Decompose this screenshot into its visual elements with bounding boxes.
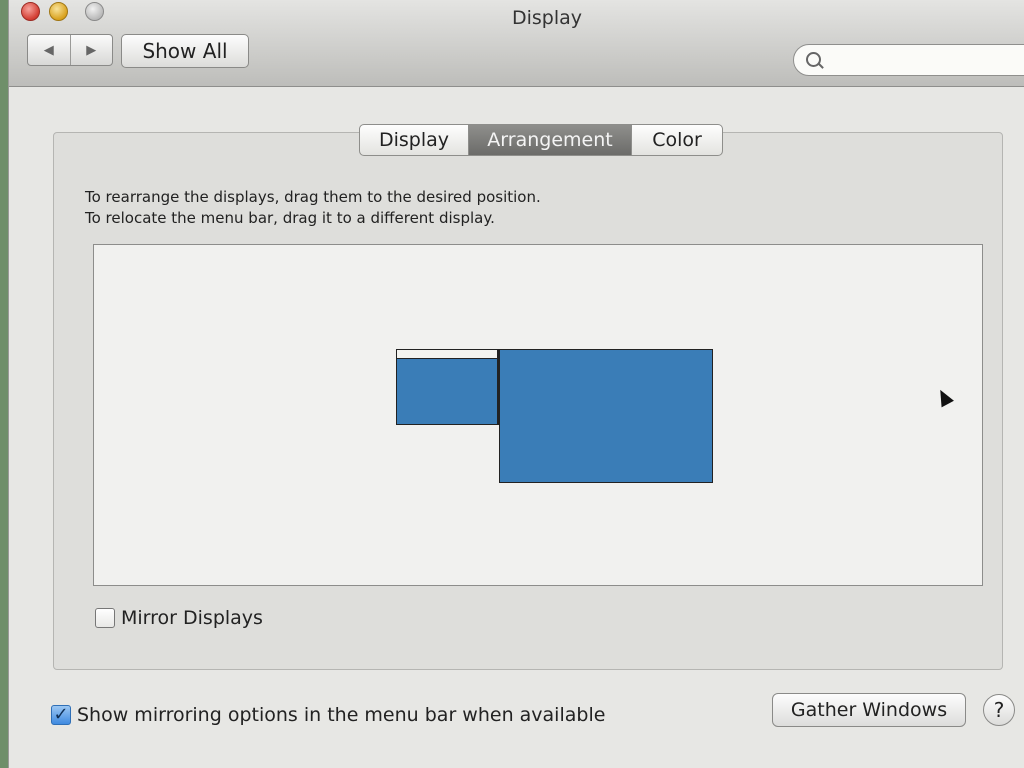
instruction-line-1: To rearrange the displays, drag them to … — [85, 188, 541, 206]
display-1-thumbnail[interactable] — [396, 349, 499, 425]
mirror-displays-label: Mirror Displays — [121, 607, 263, 629]
search-field[interactable] — [793, 44, 1024, 76]
history-navigation: ◀ ▶ — [27, 34, 113, 66]
instruction-line-2: To relocate the menu bar, drag it to a d… — [85, 209, 495, 227]
tab-color[interactable]: Color — [631, 125, 722, 155]
mirror-displays-row: Mirror Displays — [95, 607, 263, 629]
search-icon — [806, 52, 821, 67]
show-mirroring-options-label: Show mirroring options in the menu bar w… — [77, 704, 606, 726]
display-2-thumbnail[interactable] — [499, 349, 713, 483]
show-all-button[interactable]: Show All — [121, 34, 249, 68]
gather-windows-button[interactable]: Gather Windows — [772, 693, 966, 727]
show-mirroring-options-row: ✓ Show mirroring options in the menu bar… — [51, 704, 605, 726]
tab-bar: Display Arrangement Color — [359, 124, 723, 156]
back-icon[interactable]: ◀ — [28, 35, 70, 65]
instructions-text: To rearrange the displays, drag them to … — [85, 187, 541, 229]
forward-icon[interactable]: ▶ — [69, 35, 113, 65]
menu-bar-handle[interactable] — [396, 349, 498, 359]
window-title: Display — [511, 7, 583, 29]
preferences-window: Display ◀ ▶ Show All Display Arrangement… — [8, 0, 1024, 768]
show-mirroring-options-checkbox[interactable]: ✓ — [51, 705, 71, 725]
mirror-displays-checkbox[interactable] — [95, 608, 115, 628]
mouse-pointer-icon — [934, 386, 954, 408]
tab-display[interactable]: Display — [360, 125, 468, 155]
display-arrangement-area[interactable] — [93, 244, 983, 586]
title-bar: Display ◀ ▶ Show All — [9, 0, 1024, 87]
help-button[interactable]: ? — [983, 694, 1015, 726]
tab-arrangement[interactable]: Arrangement — [468, 125, 631, 155]
